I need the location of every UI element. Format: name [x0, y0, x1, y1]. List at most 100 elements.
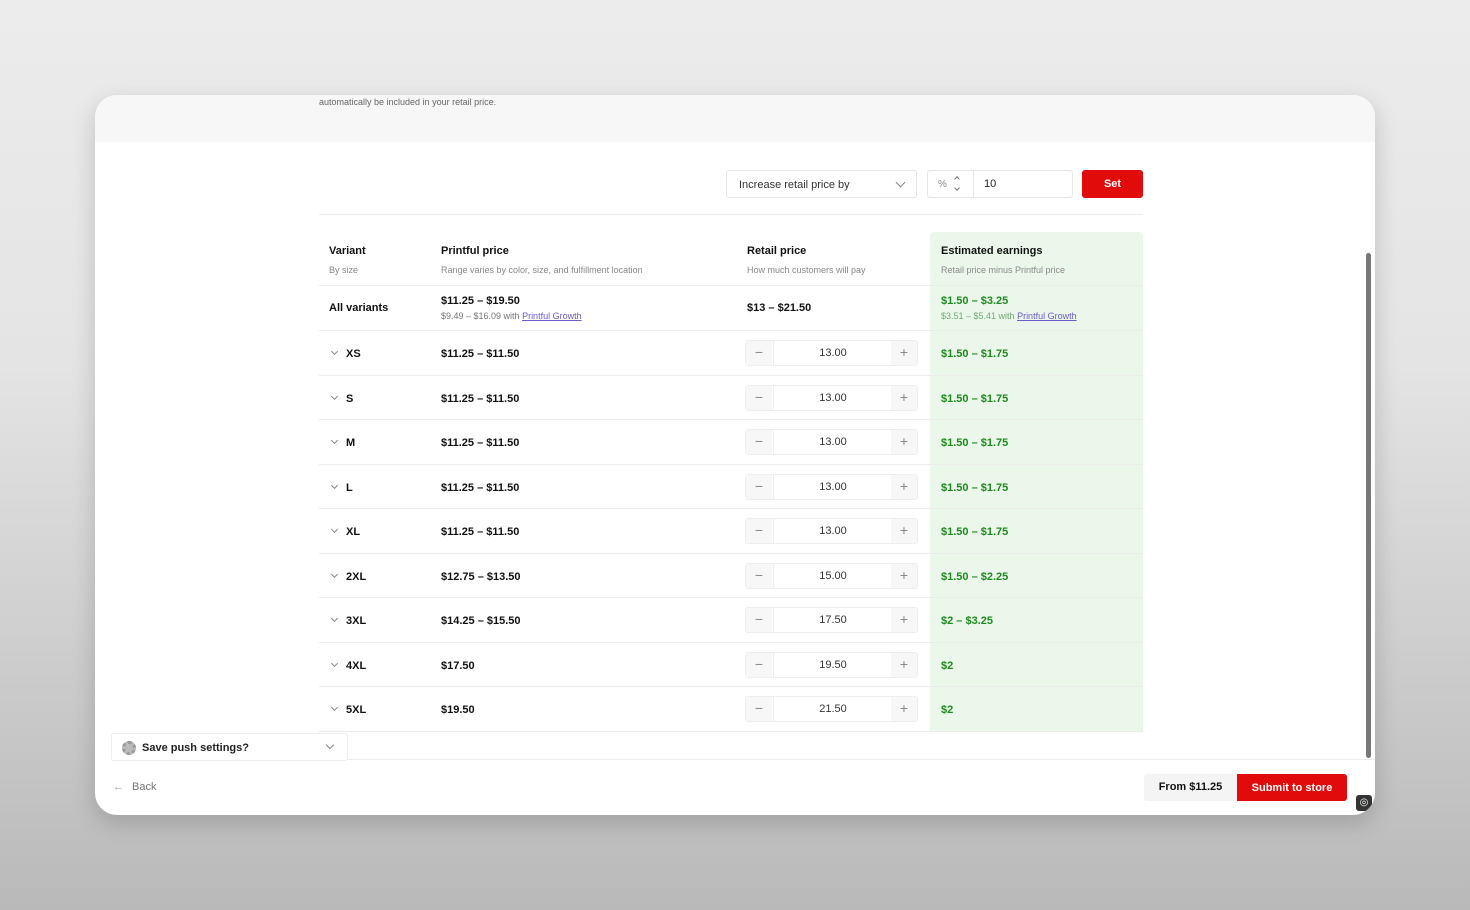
estimated-earnings: $2: [941, 659, 954, 672]
screen-capture-icon[interactable]: ◎: [1356, 795, 1372, 811]
chevron-down-icon[interactable]: [330, 659, 339, 667]
table-row: 2XL$12.75 – $13.50−+$1.50 – $2.25: [319, 554, 1143, 598]
printful-price: $11.25 – $11.50: [441, 392, 520, 405]
chevron-down-icon[interactable]: [330, 347, 339, 356]
all-variants-printful: $11.25 – $19.50 $9.49 – $16.09 with Prin…: [441, 295, 582, 321]
estimated-earnings: $1.50 – $1.75: [941, 348, 1009, 360]
minus-icon[interactable]: −: [746, 608, 772, 632]
variant-size: S: [346, 392, 354, 405]
chevron-down-icon[interactable]: [330, 481, 339, 489]
pricing-table: Variant By size Printful price Range var…: [319, 232, 1143, 732]
retail-price-input[interactable]: [773, 341, 893, 365]
minus-icon[interactable]: −: [746, 385, 772, 410]
all-variants-row: All variants $11.25 – $19.50 $9.49 – $16…: [319, 286, 1143, 331]
plus-icon[interactable]: +: [891, 652, 917, 677]
minus-icon[interactable]: −: [746, 563, 772, 588]
retail-price-input[interactable]: [773, 652, 893, 677]
unit-select[interactable]: %: [927, 170, 973, 198]
retail-price-stepper: −+: [745, 473, 918, 500]
retail-price-input[interactable]: [773, 519, 893, 543]
retail-price-input[interactable]: [773, 563, 893, 588]
printful-price: $12.75 – $13.50: [441, 570, 521, 583]
save-push-label: Save push settings?: [142, 742, 249, 754]
minus-icon[interactable]: −: [746, 430, 772, 454]
estimated-earnings: $2: [941, 704, 954, 716]
header-title: Variant: [329, 245, 366, 257]
plus-icon[interactable]: +: [891, 697, 917, 721]
app-window: automatically be included in your retail…: [95, 95, 1375, 815]
chevron-down-icon[interactable]: [330, 525, 339, 534]
printful-price: $14.25 – $15.50: [441, 615, 521, 627]
set-button[interactable]: Set: [1082, 170, 1143, 198]
printful-price: $11.25 – $11.50: [441, 348, 520, 360]
chevron-up-icon[interactable]: [954, 176, 960, 182]
table-row: 3XL $14.25 – $15.50 − + $2 – $3.25: [319, 598, 1143, 643]
retail-price-stepper: −+: [745, 384, 918, 411]
gear-icon: [122, 741, 136, 755]
chevron-down-icon[interactable]: [330, 570, 339, 578]
minus-icon[interactable]: −: [746, 519, 772, 543]
chevron-down-icon[interactable]: [330, 614, 339, 623]
printful-price: $17.50: [441, 659, 475, 672]
divider: [319, 214, 1143, 215]
plus-icon[interactable]: +: [891, 385, 917, 410]
printful-growth-note: $9.49 – $16.09 with Printful Growth: [441, 311, 582, 321]
plus-icon[interactable]: +: [891, 430, 917, 454]
retail-price-input[interactable]: [773, 385, 893, 410]
header-title: Printful price: [441, 245, 509, 257]
printful-growth-link[interactable]: Printful Growth: [522, 311, 582, 321]
retail-price-input[interactable]: [773, 608, 893, 632]
plus-icon[interactable]: +: [891, 519, 917, 543]
estimated-earnings: $2 – $3.25: [941, 615, 993, 627]
unit-label: %: [938, 179, 947, 190]
retail-price-stepper: −+: [745, 651, 918, 678]
all-variants-label: All variants: [329, 302, 389, 314]
plus-icon[interactable]: +: [891, 474, 917, 499]
header-sub: Retail price minus Printful price: [941, 265, 1066, 275]
table-header: Variant By size Printful price Range var…: [319, 232, 1143, 286]
header-printful: Printful price Range varies by color, si…: [441, 245, 643, 275]
plus-icon[interactable]: +: [891, 341, 917, 365]
save-push-settings[interactable]: Save push settings?: [111, 733, 348, 761]
estimated-earnings: $1.50 – $1.75: [941, 481, 1009, 494]
header-sub: By size: [329, 265, 359, 275]
chevron-down-icon[interactable]: [330, 392, 339, 400]
submit-to-store-button[interactable]: Submit to store: [1237, 774, 1347, 801]
adjust-amount-input[interactable]: [973, 170, 1073, 198]
header-retail: Retail price How much customers will pay: [747, 245, 866, 275]
estimated-earnings: $1.50 – $2.25: [941, 570, 1009, 583]
chevron-down-icon: [325, 740, 335, 750]
chevron-down-icon[interactable]: [330, 703, 339, 712]
table-row: XL$11.25 – $11.50−+$1.50 – $1.75: [319, 509, 1143, 554]
back-link[interactable]: ← Back: [113, 781, 156, 793]
plus-icon[interactable]: +: [891, 608, 917, 632]
retail-price-note: automatically be included in your retail…: [319, 97, 497, 107]
plus-icon[interactable]: +: [891, 563, 917, 588]
chevron-down-icon[interactable]: [330, 436, 339, 445]
retail-price-stepper: −+: [745, 429, 918, 455]
growth-prefix: $9.49 – $16.09 with: [441, 311, 523, 321]
header-variant: Variant By size: [329, 245, 366, 275]
scrollbar[interactable]: [1366, 253, 1371, 758]
printful-price: $11.25 – $11.50: [441, 526, 520, 538]
chevron-down-icon[interactable]: [954, 185, 960, 191]
retail-price-input[interactable]: [773, 430, 893, 454]
price-mode-select[interactable]: Increase retail price by: [726, 170, 917, 198]
top-band: automatically be included in your retail…: [95, 95, 1375, 142]
minus-icon[interactable]: −: [746, 697, 772, 721]
retail-price-input[interactable]: [773, 697, 893, 721]
printful-range: $11.25 – $19.50: [441, 295, 520, 307]
retail-price-stepper: −+: [745, 562, 918, 589]
price-mode-label: Increase retail price by: [739, 179, 850, 191]
minus-icon[interactable]: −: [746, 652, 772, 677]
variant-size: M: [346, 437, 356, 449]
printful-growth-link[interactable]: Printful Growth: [1017, 311, 1077, 321]
variant-size: 3XL: [346, 615, 367, 627]
retail-price-input[interactable]: [773, 474, 893, 499]
minus-icon[interactable]: −: [746, 341, 772, 365]
variant-size: L: [346, 481, 353, 494]
variant-rows: XS$11.25 – $11.50−+$1.50 – $1.75S$11.25 …: [319, 331, 1143, 732]
printful-price: $11.25 – $11.50: [441, 481, 520, 494]
earnings-growth-note: $3.51 – $5.41 with Printful Growth: [941, 311, 1077, 321]
minus-icon[interactable]: −: [746, 474, 772, 499]
